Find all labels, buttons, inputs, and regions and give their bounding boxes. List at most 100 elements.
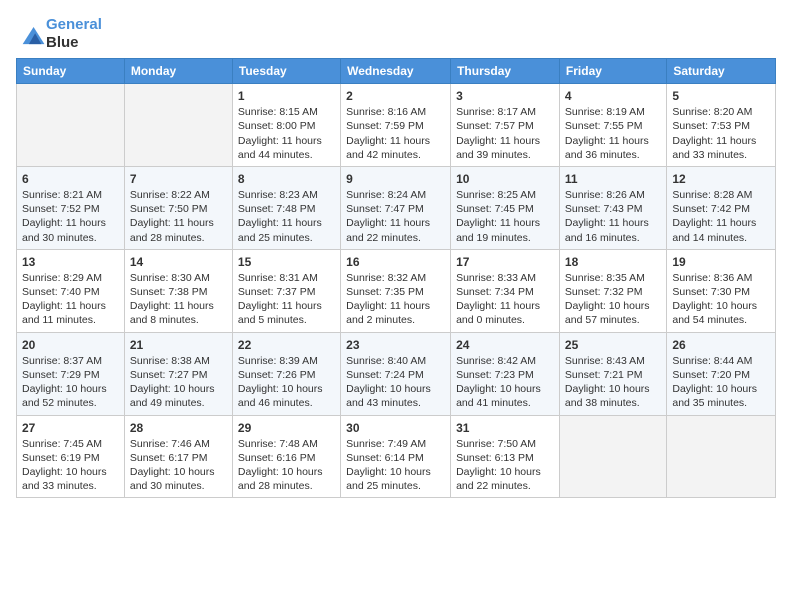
header-cell-saturday: Saturday <box>667 59 776 84</box>
day-number: 18 <box>565 254 661 270</box>
day-number: 28 <box>130 420 227 436</box>
day-number: 9 <box>346 171 445 187</box>
day-cell: 14Sunrise: 8:30 AM Sunset: 7:38 PM Dayli… <box>124 249 232 332</box>
day-cell: 12Sunrise: 8:28 AM Sunset: 7:42 PM Dayli… <box>667 166 776 249</box>
day-cell <box>124 84 232 167</box>
day-cell: 13Sunrise: 8:29 AM Sunset: 7:40 PM Dayli… <box>17 249 125 332</box>
day-info: Sunrise: 8:40 AM Sunset: 7:24 PM Dayligh… <box>346 354 445 411</box>
day-cell: 8Sunrise: 8:23 AM Sunset: 7:48 PM Daylig… <box>232 166 340 249</box>
day-info: Sunrise: 8:43 AM Sunset: 7:21 PM Dayligh… <box>565 354 661 411</box>
day-number: 10 <box>456 171 554 187</box>
day-cell: 3Sunrise: 8:17 AM Sunset: 7:57 PM Daylig… <box>451 84 560 167</box>
day-cell <box>559 415 666 498</box>
day-cell: 9Sunrise: 8:24 AM Sunset: 7:47 PM Daylig… <box>341 166 451 249</box>
week-row-2: 6Sunrise: 8:21 AM Sunset: 7:52 PM Daylig… <box>17 166 776 249</box>
day-cell: 24Sunrise: 8:42 AM Sunset: 7:23 PM Dayli… <box>451 332 560 415</box>
day-number: 20 <box>22 337 119 353</box>
day-info: Sunrise: 8:24 AM Sunset: 7:47 PM Dayligh… <box>346 188 445 245</box>
day-number: 15 <box>238 254 335 270</box>
day-info: Sunrise: 8:21 AM Sunset: 7:52 PM Dayligh… <box>22 188 119 245</box>
day-cell: 17Sunrise: 8:33 AM Sunset: 7:34 PM Dayli… <box>451 249 560 332</box>
day-number: 3 <box>456 88 554 104</box>
day-cell: 10Sunrise: 8:25 AM Sunset: 7:45 PM Dayli… <box>451 166 560 249</box>
day-cell: 27Sunrise: 7:45 AM Sunset: 6:19 PM Dayli… <box>17 415 125 498</box>
day-info: Sunrise: 8:22 AM Sunset: 7:50 PM Dayligh… <box>130 188 227 245</box>
day-info: Sunrise: 8:25 AM Sunset: 7:45 PM Dayligh… <box>456 188 554 245</box>
day-number: 17 <box>456 254 554 270</box>
week-row-5: 27Sunrise: 7:45 AM Sunset: 6:19 PM Dayli… <box>17 415 776 498</box>
day-info: Sunrise: 8:37 AM Sunset: 7:29 PM Dayligh… <box>22 354 119 411</box>
day-number: 2 <box>346 88 445 104</box>
day-number: 23 <box>346 337 445 353</box>
day-info: Sunrise: 7:50 AM Sunset: 6:13 PM Dayligh… <box>456 437 554 494</box>
header-cell-sunday: Sunday <box>17 59 125 84</box>
day-number: 26 <box>672 337 770 353</box>
day-info: Sunrise: 8:30 AM Sunset: 7:38 PM Dayligh… <box>130 271 227 328</box>
day-cell: 19Sunrise: 8:36 AM Sunset: 7:30 PM Dayli… <box>667 249 776 332</box>
day-number: 30 <box>346 420 445 436</box>
day-number: 5 <box>672 88 770 104</box>
day-info: Sunrise: 8:35 AM Sunset: 7:32 PM Dayligh… <box>565 271 661 328</box>
logo-icon <box>18 22 46 46</box>
day-info: Sunrise: 8:19 AM Sunset: 7:55 PM Dayligh… <box>565 105 661 162</box>
day-cell: 20Sunrise: 8:37 AM Sunset: 7:29 PM Dayli… <box>17 332 125 415</box>
day-cell: 1Sunrise: 8:15 AM Sunset: 8:00 PM Daylig… <box>232 84 340 167</box>
day-number: 21 <box>130 337 227 353</box>
header-cell-thursday: Thursday <box>451 59 560 84</box>
day-info: Sunrise: 7:48 AM Sunset: 6:16 PM Dayligh… <box>238 437 335 494</box>
day-cell: 26Sunrise: 8:44 AM Sunset: 7:20 PM Dayli… <box>667 332 776 415</box>
day-number: 22 <box>238 337 335 353</box>
day-cell: 18Sunrise: 8:35 AM Sunset: 7:32 PM Dayli… <box>559 249 666 332</box>
day-cell: 6Sunrise: 8:21 AM Sunset: 7:52 PM Daylig… <box>17 166 125 249</box>
day-number: 4 <box>565 88 661 104</box>
header: General Blue <box>16 10 776 52</box>
page: General Blue SundayMondayTuesdayWednesda… <box>0 0 792 612</box>
day-info: Sunrise: 8:33 AM Sunset: 7:34 PM Dayligh… <box>456 271 554 328</box>
day-number: 24 <box>456 337 554 353</box>
logo-text: General Blue <box>46 16 102 52</box>
day-info: Sunrise: 8:32 AM Sunset: 7:35 PM Dayligh… <box>346 271 445 328</box>
day-cell: 7Sunrise: 8:22 AM Sunset: 7:50 PM Daylig… <box>124 166 232 249</box>
header-row: SundayMondayTuesdayWednesdayThursdayFrid… <box>17 59 776 84</box>
day-info: Sunrise: 8:29 AM Sunset: 7:40 PM Dayligh… <box>22 271 119 328</box>
day-number: 14 <box>130 254 227 270</box>
day-cell: 25Sunrise: 8:43 AM Sunset: 7:21 PM Dayli… <box>559 332 666 415</box>
day-number: 12 <box>672 171 770 187</box>
day-cell: 23Sunrise: 8:40 AM Sunset: 7:24 PM Dayli… <box>341 332 451 415</box>
day-number: 8 <box>238 171 335 187</box>
day-cell: 2Sunrise: 8:16 AM Sunset: 7:59 PM Daylig… <box>341 84 451 167</box>
header-cell-monday: Monday <box>124 59 232 84</box>
day-cell: 31Sunrise: 7:50 AM Sunset: 6:13 PM Dayli… <box>451 415 560 498</box>
day-number: 6 <box>22 171 119 187</box>
day-info: Sunrise: 8:38 AM Sunset: 7:27 PM Dayligh… <box>130 354 227 411</box>
day-number: 29 <box>238 420 335 436</box>
day-number: 19 <box>672 254 770 270</box>
day-number: 11 <box>565 171 661 187</box>
week-row-4: 20Sunrise: 8:37 AM Sunset: 7:29 PM Dayli… <box>17 332 776 415</box>
calendar: SundayMondayTuesdayWednesdayThursdayFrid… <box>16 58 776 498</box>
day-number: 13 <box>22 254 119 270</box>
day-info: Sunrise: 8:17 AM Sunset: 7:57 PM Dayligh… <box>456 105 554 162</box>
day-cell: 4Sunrise: 8:19 AM Sunset: 7:55 PM Daylig… <box>559 84 666 167</box>
day-info: Sunrise: 8:28 AM Sunset: 7:42 PM Dayligh… <box>672 188 770 245</box>
day-cell: 15Sunrise: 8:31 AM Sunset: 7:37 PM Dayli… <box>232 249 340 332</box>
day-info: Sunrise: 7:45 AM Sunset: 6:19 PM Dayligh… <box>22 437 119 494</box>
day-cell: 29Sunrise: 7:48 AM Sunset: 6:16 PM Dayli… <box>232 415 340 498</box>
day-cell: 11Sunrise: 8:26 AM Sunset: 7:43 PM Dayli… <box>559 166 666 249</box>
header-cell-friday: Friday <box>559 59 666 84</box>
day-number: 27 <box>22 420 119 436</box>
day-cell: 5Sunrise: 8:20 AM Sunset: 7:53 PM Daylig… <box>667 84 776 167</box>
day-info: Sunrise: 8:31 AM Sunset: 7:37 PM Dayligh… <box>238 271 335 328</box>
day-info: Sunrise: 8:23 AM Sunset: 7:48 PM Dayligh… <box>238 188 335 245</box>
week-row-3: 13Sunrise: 8:29 AM Sunset: 7:40 PM Dayli… <box>17 249 776 332</box>
day-cell: 21Sunrise: 8:38 AM Sunset: 7:27 PM Dayli… <box>124 332 232 415</box>
day-cell <box>17 84 125 167</box>
logo: General Blue <box>16 16 102 52</box>
header-cell-tuesday: Tuesday <box>232 59 340 84</box>
day-number: 31 <box>456 420 554 436</box>
day-info: Sunrise: 8:20 AM Sunset: 7:53 PM Dayligh… <box>672 105 770 162</box>
header-cell-wednesday: Wednesday <box>341 59 451 84</box>
day-info: Sunrise: 8:36 AM Sunset: 7:30 PM Dayligh… <box>672 271 770 328</box>
day-number: 16 <box>346 254 445 270</box>
week-row-1: 1Sunrise: 8:15 AM Sunset: 8:00 PM Daylig… <box>17 84 776 167</box>
